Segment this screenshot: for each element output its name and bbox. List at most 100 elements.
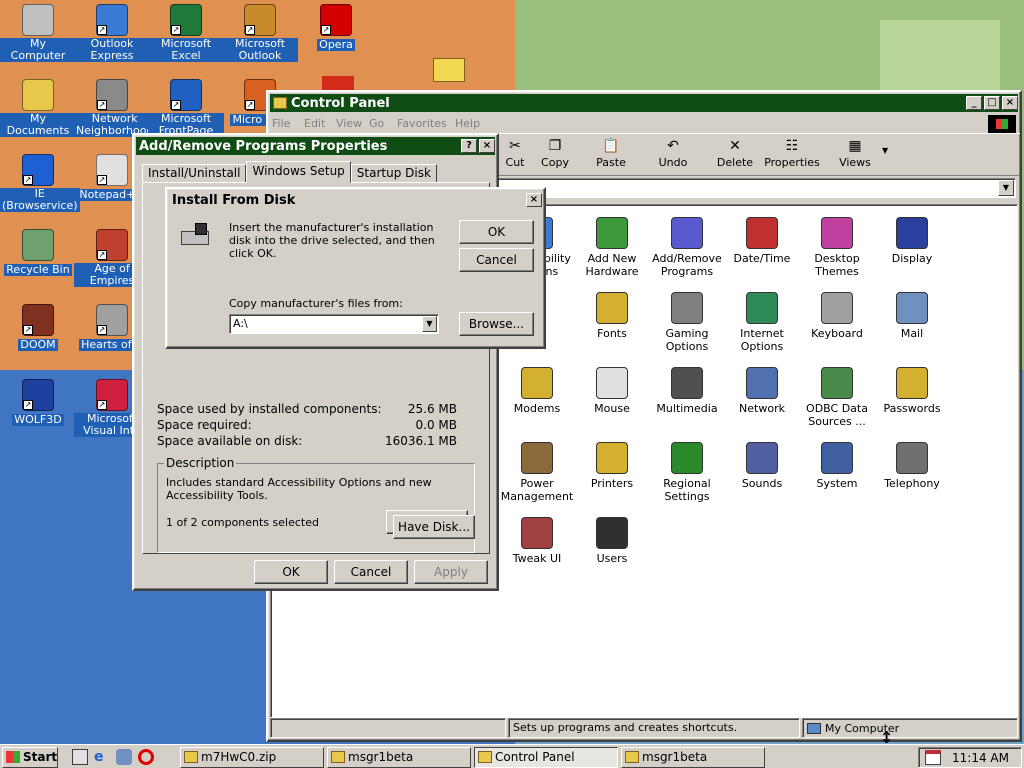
desktop-icon[interactable]: ↗ Microsoft Outlook bbox=[222, 4, 298, 62]
red-app-icon[interactable] bbox=[322, 76, 354, 90]
ok-button[interactable]: OK bbox=[459, 220, 534, 244]
cp-item[interactable]: Display bbox=[874, 217, 950, 265]
cp-item[interactable]: Power Management bbox=[499, 442, 575, 503]
views-dropdown-icon[interactable]: ▼ bbox=[882, 146, 888, 155]
cp-item[interactable]: Modems bbox=[499, 367, 575, 415]
menu-edit[interactable]: Edit bbox=[304, 117, 336, 130]
menu-file[interactable]: File bbox=[272, 117, 304, 130]
close-button[interactable]: × bbox=[479, 139, 495, 153]
cp-item[interactable]: Mouse bbox=[574, 367, 650, 415]
cp-item[interactable]: Add New Hardware bbox=[574, 217, 650, 278]
views-button[interactable]: ▦ Views bbox=[832, 138, 878, 169]
cp-item-label: Power Management bbox=[500, 477, 574, 503]
ie-quicklaunch-icon[interactable]: e bbox=[94, 749, 110, 765]
help-button[interactable]: ? bbox=[461, 139, 477, 153]
undo-button[interactable]: ↶ Undo bbox=[652, 138, 694, 169]
cp-item-label: Add New Hardware bbox=[585, 252, 639, 278]
cp-item[interactable]: Keyboard bbox=[799, 292, 875, 340]
cp-item[interactable]: Tweak UI bbox=[499, 517, 575, 565]
resize-cursor-icon: ↕ bbox=[880, 728, 894, 747]
quick-launch: e bbox=[72, 749, 154, 765]
cp-item-label: Add/Remove Programs bbox=[652, 252, 722, 278]
desktop-icon[interactable]: My Documents bbox=[0, 79, 76, 137]
tab-windows-setup[interactable]: Windows Setup bbox=[246, 161, 351, 183]
control-panel-item-icon bbox=[671, 367, 703, 399]
task-m7hwc0-zip[interactable]: m7HwC0.zip bbox=[180, 747, 324, 768]
cp-item[interactable]: Fonts bbox=[574, 292, 650, 340]
cp-item[interactable]: Gaming Options bbox=[649, 292, 725, 353]
path-combobox[interactable]: A:\ ▼ bbox=[229, 314, 439, 334]
desktop-icon[interactable]: ↗ IE (Browservice) bbox=[0, 154, 80, 212]
menu-go[interactable]: Go bbox=[369, 117, 397, 130]
maximize-button[interactable]: □ bbox=[984, 96, 1000, 110]
cp-item[interactable]: ODBC Data Sources ... bbox=[799, 367, 875, 428]
folder-icon[interactable] bbox=[433, 58, 465, 82]
desktop-icon[interactable]: My Computer bbox=[0, 4, 76, 62]
cp-item[interactable]: Printers bbox=[574, 442, 650, 490]
tab-startup-disk[interactable]: Startup Disk bbox=[350, 164, 437, 183]
channels-icon[interactable] bbox=[116, 749, 132, 765]
menu-help[interactable]: Help bbox=[455, 117, 495, 130]
tab-install-uninstall[interactable]: Install/Uninstall bbox=[142, 164, 247, 183]
delete-button[interactable]: ✕ Delete bbox=[714, 138, 756, 169]
opera-quicklaunch-icon[interactable] bbox=[138, 749, 154, 765]
cp-item-label: Telephony bbox=[884, 477, 940, 490]
desktop-icon[interactable]: ↗ Opera bbox=[298, 4, 374, 51]
start-button[interactable]: Start bbox=[2, 747, 58, 768]
clock[interactable]: 11:14 AM bbox=[952, 751, 1009, 765]
cp-item[interactable]: Sounds bbox=[724, 442, 800, 490]
browse-button[interactable]: Browse... bbox=[459, 312, 534, 336]
folder-icon bbox=[625, 751, 639, 763]
cp-item[interactable]: Multimedia bbox=[649, 367, 725, 415]
control-panel-item-icon bbox=[746, 367, 778, 399]
cp-item[interactable]: Desktop Themes bbox=[799, 217, 875, 278]
cp-item[interactable]: Passwords bbox=[874, 367, 950, 415]
show-desktop-icon[interactable] bbox=[72, 749, 88, 765]
install-from-disk-dialog[interactable]: Install From Disk × Insert the manufactu… bbox=[165, 187, 546, 349]
cp-item[interactable]: Telephony bbox=[874, 442, 950, 490]
add-remove-titlebar[interactable]: Add/Remove Programs Properties ? × bbox=[136, 137, 495, 155]
ok-button[interactable]: OK bbox=[254, 560, 328, 584]
cut-button[interactable]: ✂ Cut bbox=[500, 138, 530, 169]
cp-item[interactable]: Date/Time bbox=[724, 217, 800, 265]
cp-item[interactable]: Regional Settings bbox=[649, 442, 725, 503]
task-msgr1beta-1[interactable]: msgr1beta bbox=[327, 747, 471, 768]
cancel-button[interactable]: Cancel bbox=[459, 248, 534, 272]
menu-favorites[interactable]: Favorites bbox=[397, 117, 455, 130]
tray-calendar-icon[interactable] bbox=[925, 750, 941, 765]
install-disk-titlebar[interactable]: Install From Disk × bbox=[169, 191, 542, 209]
cp-item[interactable]: System bbox=[799, 442, 875, 490]
desktop-icon[interactable]: ↗ DOOM bbox=[0, 304, 76, 351]
close-button[interactable]: × bbox=[1002, 96, 1018, 110]
close-button[interactable]: × bbox=[526, 193, 542, 207]
desktop-icon[interactable]: ↗ Outlook Express bbox=[74, 4, 150, 62]
cp-item-label: Multimedia bbox=[656, 402, 718, 415]
have-disk-button[interactable]: Have Disk... bbox=[393, 515, 475, 539]
selection-count: 1 of 2 components selected bbox=[166, 516, 319, 529]
address-dropdown-button[interactable]: ▼ bbox=[998, 180, 1014, 196]
cp-item[interactable]: Mail bbox=[874, 292, 950, 340]
cp-item[interactable]: Add/Remove Programs bbox=[649, 217, 725, 278]
cp-item[interactable]: Internet Options bbox=[724, 292, 800, 353]
paste-button[interactable]: 📋 Paste bbox=[590, 138, 632, 169]
properties-icon: ☷ bbox=[785, 138, 799, 154]
properties-button[interactable]: ☷ Properties bbox=[764, 138, 820, 169]
menu-view[interactable]: View bbox=[336, 117, 369, 130]
opera-icon: ↗ bbox=[320, 4, 352, 36]
cp-item[interactable]: Users bbox=[574, 517, 650, 565]
cp-item[interactable]: Network bbox=[724, 367, 800, 415]
status-text: Sets up programs and creates shortcuts. bbox=[508, 718, 800, 738]
minimize-button[interactable]: _ bbox=[966, 96, 982, 110]
desktop-icon[interactable]: ↗ Microsoft Excel bbox=[148, 4, 224, 62]
task-control-panel[interactable]: Control Panel bbox=[474, 747, 618, 768]
desktop-icon[interactable]: Recycle Bin bbox=[0, 229, 76, 276]
cancel-button[interactable]: Cancel bbox=[334, 560, 408, 584]
desktop-icon[interactable]: ↗ Microsoft FrontPage bbox=[148, 79, 224, 137]
desktop-icon[interactable]: ↗ Network Neighborhood bbox=[74, 79, 156, 137]
desktop-icon[interactable]: ↗ WOLF3D bbox=[0, 379, 76, 426]
task-msgr1beta-2[interactable]: msgr1beta bbox=[621, 747, 765, 768]
apply-button[interactable]: Apply bbox=[414, 560, 488, 584]
combo-dropdown-button[interactable]: ▼ bbox=[422, 316, 437, 332]
copy-button[interactable]: ❐ Copy bbox=[534, 138, 576, 169]
control-panel-titlebar[interactable]: Control Panel _ □ × bbox=[270, 94, 1018, 112]
